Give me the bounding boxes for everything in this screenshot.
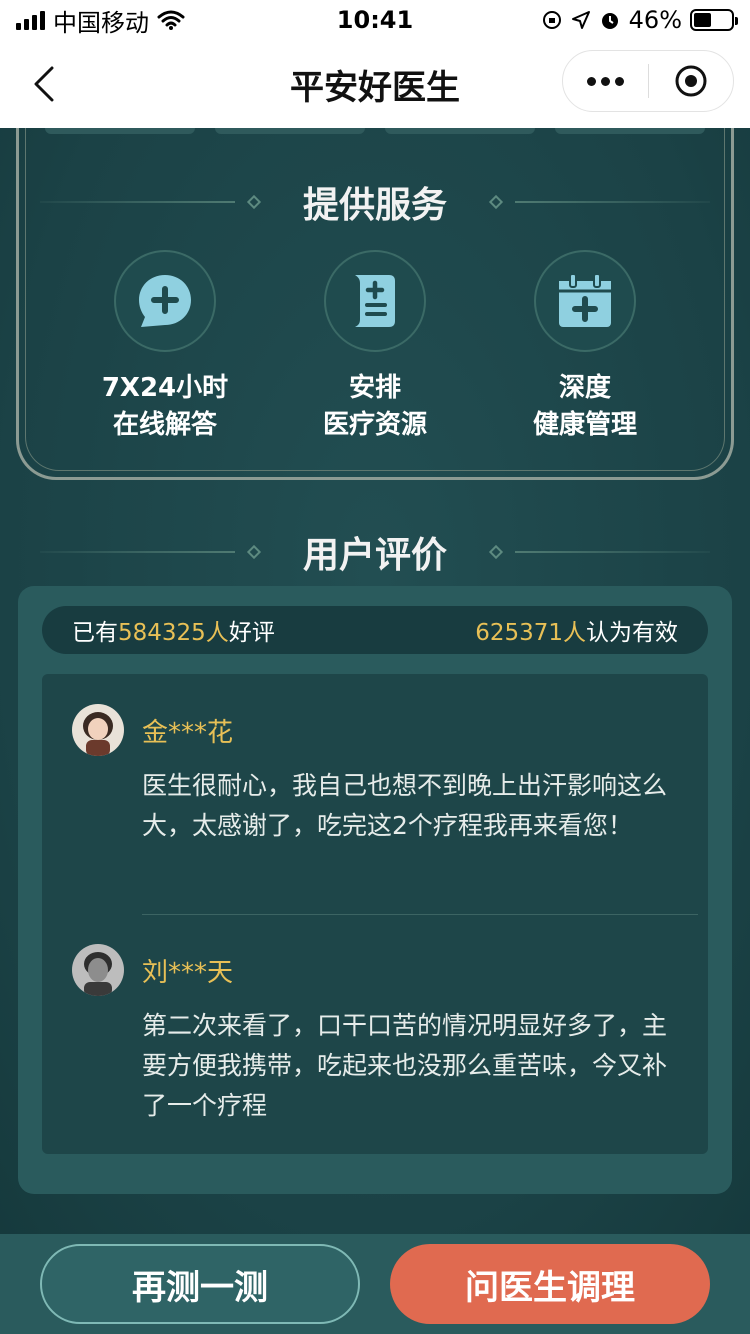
status-bar: 中国移动 10:41 46% (0, 0, 750, 40)
services-heading: 提供服务 (40, 176, 711, 228)
heading-line-left (40, 551, 235, 553)
page-title: 平安好医生 (290, 67, 460, 108)
reviews-list[interactable]: 金***花 医生很耐心，我自己也想不到晚上出汗影响这么大，太感谢了，吃完这2个疗… (42, 674, 708, 1154)
retest-button[interactable]: 再测一测 (40, 1244, 360, 1324)
signal-icon (16, 10, 45, 30)
nav-bar: 平安好医生 (0, 40, 750, 128)
good-review-stat: 已有584325人好评 (72, 613, 275, 647)
service-label-line1: 7X24小时 (101, 373, 229, 403)
close-miniprogram-button[interactable] (649, 51, 734, 111)
effective-stat: 625371人认为有效 (475, 613, 678, 647)
content-area[interactable]: 提供服务 7X24小时 在线解答 安排 医疗资源 深度 健康管理 用户评价 已有… (0, 128, 750, 1234)
service-label-line2: 在线解答 (112, 410, 217, 440)
stat-prefix: 已有 (72, 620, 118, 646)
review-text: 第二次来看了，口干口苦的情况明显好多了，主要方便我携带，吃起来也没那么重苦味，今… (142, 1011, 668, 1120)
services-title: 提供服务 (303, 185, 448, 226)
rotation-lock-icon (542, 11, 561, 29)
service-icon-circle (534, 250, 636, 352)
reviews-heading: 用户评价 (40, 526, 711, 578)
service-label-line1: 深度 (558, 373, 611, 403)
miniprogram-capsule (562, 50, 734, 112)
good-review-count: 584325人 (118, 620, 229, 646)
service-label: 7X24小时 在线解答 (102, 370, 228, 444)
service-health-management: 深度 健康管理 (480, 250, 690, 444)
diamond-ornament-icon (488, 194, 504, 210)
heading-line-right (515, 551, 711, 553)
service-label-line1: 安排 (348, 373, 401, 403)
effective-count: 625371人 (475, 620, 586, 646)
stat-suffix: 好评 (228, 620, 275, 646)
service-icon-circle (114, 250, 216, 352)
carrier-label: 中国移动 (53, 8, 149, 37)
battery-fill (694, 13, 711, 27)
wifi-icon (157, 10, 185, 30)
review-item: 刘***天 第二次来看了，口干口苦的情况明显好多了，主要方便我携带，吃起来也没那… (72, 944, 678, 1126)
calendar-plus-icon (559, 273, 611, 327)
services-list: 7X24小时 在线解答 安排 医疗资源 深度 健康管理 (60, 250, 690, 444)
back-button[interactable] (22, 62, 66, 106)
avatar (72, 704, 124, 756)
service-icon-circle (324, 250, 426, 352)
service-online-answer: 7X24小时 在线解答 (60, 250, 270, 444)
alarm-icon (601, 13, 618, 29)
ask-doctor-button[interactable]: 问医生调理 (390, 1244, 710, 1324)
service-label: 安排 医疗资源 (323, 370, 427, 444)
reviews-card: 已有584325人好评 625371人认为有效 金***花 医生很耐心，我自己也… (18, 586, 732, 1194)
heading-line-right (515, 201, 711, 203)
document-plus-icon (355, 275, 395, 327)
reviews-title: 用户评价 (303, 535, 448, 576)
review-stats: 已有584325人好评 625371人认为有效 (42, 606, 708, 654)
heading-line-left (40, 201, 235, 203)
chevron-left-icon (34, 66, 54, 102)
stat-suffix: 认为有效 (586, 620, 678, 646)
more-dots-icon (586, 76, 624, 86)
battery-icon (690, 9, 738, 31)
more-button[interactable] (563, 51, 648, 111)
diamond-ornament-icon (488, 544, 504, 560)
diamond-ornament-icon (246, 194, 262, 210)
status-right: 46% (541, 6, 738, 34)
service-label: 深度 健康管理 (533, 370, 637, 444)
chat-plus-icon (139, 275, 191, 327)
review-text: 医生很耐心，我自己也想不到晚上出汗影响这么大，太感谢了，吃完这2个疗程我再来看您… (142, 771, 668, 840)
service-label-line2: 健康管理 (532, 410, 637, 440)
target-circle-icon (675, 65, 707, 97)
avatar (72, 944, 124, 996)
status-left: 中国移动 (16, 3, 185, 38)
reviewer-name: 刘***天 (142, 957, 234, 988)
bottom-action-bar: 再测一测 问医生调理 (0, 1234, 750, 1334)
location-icon (571, 11, 590, 29)
review-divider (142, 914, 698, 915)
diamond-ornament-icon (246, 544, 262, 560)
review-head: 刘***天 (72, 944, 678, 996)
review-item: 金***花 医生很耐心，我自己也想不到晚上出汗影响这么大，太感谢了，吃完这2个疗… (72, 704, 678, 846)
battery-percent: 46% (628, 6, 682, 34)
reviewer-name: 金***花 (142, 717, 234, 748)
service-label-line2: 医疗资源 (322, 410, 427, 440)
service-medical-resources: 安排 医疗资源 (270, 250, 480, 444)
review-head: 金***花 (72, 704, 678, 756)
